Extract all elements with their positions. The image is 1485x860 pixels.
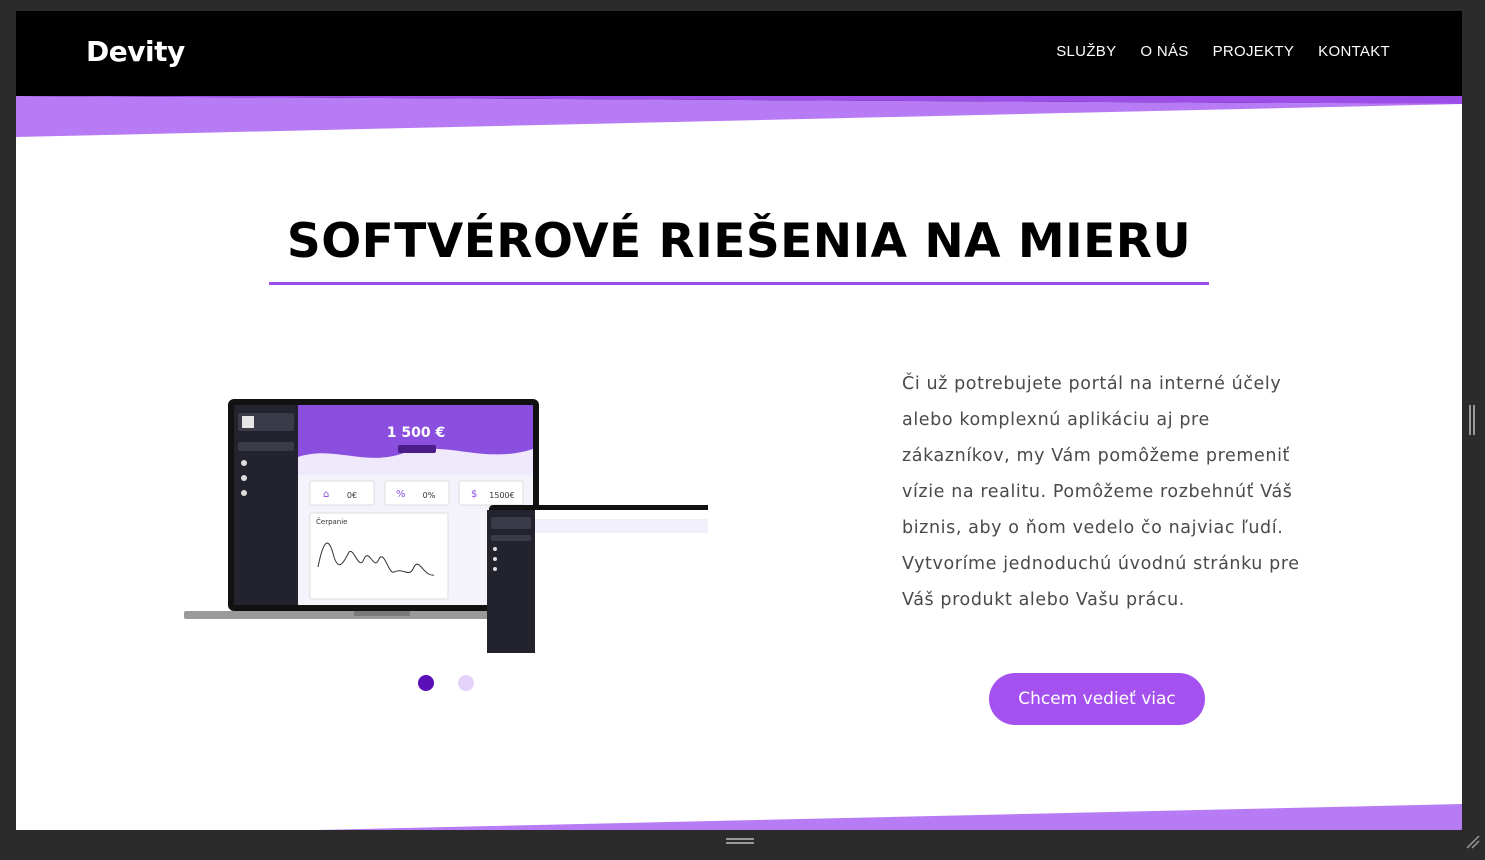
- device-mockup-image: 1 500 € 0€ 0% 1500€ ⌂ % $ Čerpanie: [184, 399, 708, 653]
- nav-link-o-nas[interactable]: O NÁS: [1140, 43, 1188, 60]
- navbar: Devity SLUŽBY O NÁS PROJEKTY KONTAKT: [16, 11, 1462, 103]
- scroll-handle-icon[interactable]: [1468, 405, 1476, 435]
- svg-text:$: $: [471, 489, 477, 500]
- mockup-stat-3: 1500€: [489, 491, 514, 500]
- carousel-dots: [418, 675, 474, 691]
- mockup-balance: 1 500 €: [387, 425, 445, 441]
- nav-link-sluzby[interactable]: SLUŽBY: [1056, 43, 1116, 60]
- hero-title: SOFTVÉROVÉ RIEŠENIA NA MIERU: [286, 214, 1192, 269]
- nav-link-kontakt[interactable]: KONTAKT: [1318, 43, 1390, 60]
- learn-more-button[interactable]: Chcem vedieť viac: [989, 673, 1205, 725]
- resize-grip-icon[interactable]: [1463, 832, 1481, 850]
- nav-links: SLUŽBY O NÁS PROJEKTY KONTAKT: [1056, 43, 1390, 60]
- nav-link-projekty[interactable]: PROJEKTY: [1213, 43, 1295, 60]
- svg-text:⌂: ⌂: [323, 489, 329, 500]
- top-wedge-decoration: [16, 95, 1462, 137]
- carousel-dot-1[interactable]: [418, 675, 434, 691]
- hero-description: Či už potrebujete portál na interné účel…: [902, 374, 1300, 610]
- mockup-stat-2: 0%: [423, 491, 436, 500]
- title-underline: [269, 282, 1209, 285]
- mockup-stat-1: 0€: [347, 491, 357, 500]
- mockup-chart-title: Čerpanie: [316, 517, 348, 526]
- bottom-wedge-decoration: [316, 804, 1462, 830]
- carousel-dot-2[interactable]: [458, 675, 474, 691]
- resize-bar-icon[interactable]: [726, 836, 754, 846]
- svg-text:%: %: [396, 489, 406, 500]
- logo[interactable]: Devity: [86, 35, 185, 68]
- browser-viewport: Devity SLUŽBY O NÁS PROJEKTY KONTAKT SOF…: [16, 11, 1462, 830]
